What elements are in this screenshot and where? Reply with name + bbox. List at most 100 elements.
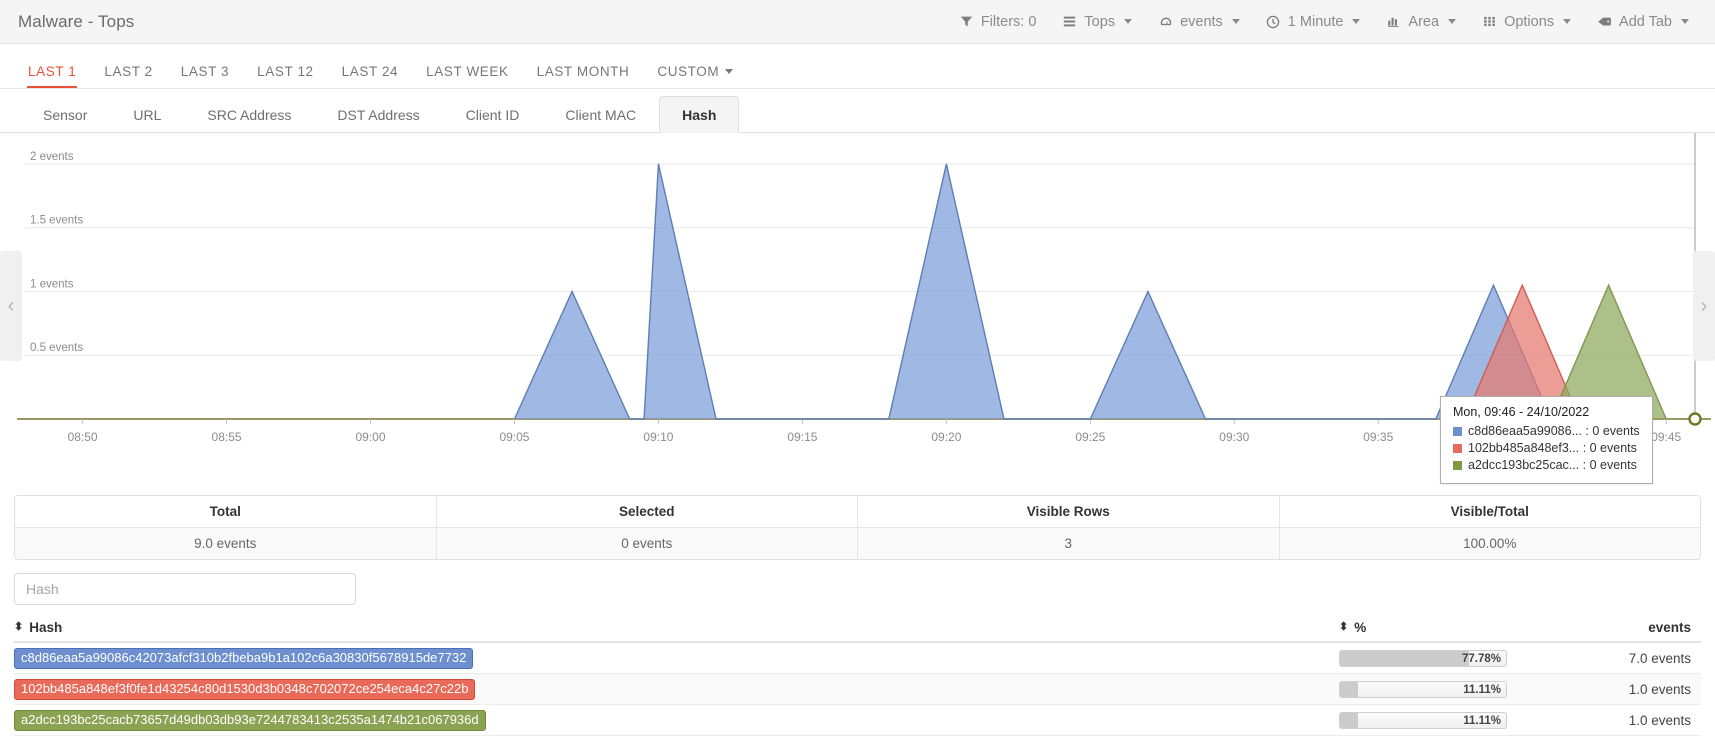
tab-src-address[interactable]: SRC Address [184, 96, 314, 133]
svg-text:09:25: 09:25 [1075, 430, 1105, 444]
stats-header-visible-rows: Visible Rows [858, 496, 1280, 527]
interval-dropdown[interactable]: 1 Minute [1266, 14, 1361, 30]
table-row[interactable]: a2dcc193bc25cacb73657d49db03db93e7244783… [14, 705, 1701, 736]
svg-text:1.5 events: 1.5 events [30, 215, 83, 227]
series-swatch [1453, 444, 1462, 453]
table-header-row: ⬍ Hash ⬍ % events [14, 620, 1701, 643]
metric-label: events [1180, 13, 1223, 30]
range-tab-last-2[interactable]: LAST 2 [90, 64, 166, 88]
svg-text:09:10: 09:10 [643, 430, 673, 444]
cell-percent: 11.11% [1339, 711, 1529, 729]
cell-events: 1.0 events [1628, 681, 1691, 697]
range-tab-label: LAST MONTH [536, 64, 630, 79]
hash-badge[interactable]: 102bb485a848ef3f0fe1d43254c80d1530d3b034… [14, 678, 476, 700]
tab-label: Sensor [43, 106, 88, 123]
tooltip-row-text: a2dcc193bc25cac... : 0 events [1468, 458, 1637, 472]
table-row[interactable]: c8d86eaa5a99086c42073afcf310b2fbeba9b1a1… [14, 643, 1701, 674]
hash-search-input[interactable] [14, 573, 356, 605]
svg-text:09:00: 09:00 [356, 430, 386, 444]
list-icon [1062, 14, 1077, 29]
sort-icon: ⬍ [1339, 621, 1349, 633]
percent-bar-label: 77.78% [1461, 652, 1501, 665]
range-tab-last-1[interactable]: LAST 1 [14, 64, 90, 88]
range-tab-last-week[interactable]: LAST WEEK [412, 64, 522, 88]
tops-dropdown[interactable]: Tops [1062, 14, 1133, 30]
percent-bar-fill [1340, 712, 1359, 728]
svg-text:2 events: 2 events [30, 151, 74, 163]
tab-url[interactable]: URL [110, 96, 184, 133]
tooltip-row-text: 102bb485a848ef3... : 0 events [1468, 441, 1637, 455]
add-tab-label: Add Tab [1619, 13, 1672, 30]
chevron-down-icon [1231, 19, 1240, 24]
svg-text:09:30: 09:30 [1219, 430, 1249, 444]
charttype-dropdown[interactable]: Area [1386, 14, 1457, 30]
hash-badge[interactable]: a2dcc193bc25cacb73657d49db03db93e7244783… [14, 709, 486, 731]
range-tab-last-month[interactable]: LAST MONTH [523, 64, 644, 88]
filters-button[interactable]: Filters: 0 [959, 13, 1037, 30]
events-area-chart: 0.5 events 1 events 1.5 events 2 events 08:5… [0, 133, 1715, 484]
hash-table: ⬍ Hash ⬍ % events c8d86eaa5a99086c42073a… [14, 620, 1701, 736]
percent-bar-fill [1340, 681, 1359, 697]
chevron-down-icon [1563, 19, 1572, 24]
chevron-down-icon [1448, 19, 1457, 24]
table-row[interactable]: 102bb485a848ef3f0fe1d43254c80d1530d3b034… [14, 674, 1701, 705]
chevron-down-icon [1352, 19, 1361, 24]
series-swatch [1453, 461, 1462, 470]
cell-hash: a2dcc193bc25cacb73657d49db03db93e7244783… [14, 709, 1339, 731]
tooltip-row-text: c8d86eaa5a99086... : 0 events [1468, 424, 1640, 438]
column-header-percent[interactable]: ⬍ % [1339, 620, 1529, 635]
chevron-right-icon: › [1700, 294, 1708, 317]
tab-dst-address[interactable]: DST Address [314, 96, 442, 133]
metric-dropdown[interactable]: events [1158, 14, 1240, 30]
page-title: Malware - Tops [18, 11, 135, 31]
search-container [0, 560, 1715, 605]
tab-label: URL [133, 106, 162, 123]
chart-prev-button[interactable]: ‹ [0, 251, 22, 361]
add-tab-dropdown[interactable]: Add Tab [1597, 14, 1689, 30]
cell-hash: c8d86eaa5a99086c42073afcf310b2fbeba9b1a1… [14, 647, 1339, 669]
stats-value-selected: 0 events [436, 527, 858, 559]
chevron-left-icon: ‹ [7, 294, 15, 317]
cell-events: 7.0 events [1628, 650, 1691, 666]
options-dropdown[interactable]: Options [1482, 14, 1572, 30]
percent-bar-label: 11.11% [1463, 683, 1501, 696]
tab-hash[interactable]: Hash [659, 96, 740, 133]
stats-value-visible-total: 100.00% [1279, 527, 1700, 559]
tab-client-mac[interactable]: Client MAC [542, 96, 659, 133]
chevron-down-icon [1681, 19, 1689, 24]
chevron-down-icon [725, 69, 734, 74]
chart-next-button[interactable]: › [1693, 251, 1715, 361]
stats-header-selected: Selected [436, 496, 858, 527]
speedometer-icon [1158, 14, 1173, 29]
cell-percent: 11.11% [1339, 680, 1529, 698]
range-tab-last-24[interactable]: LAST 24 [328, 64, 413, 88]
column-header-events[interactable]: events [1529, 620, 1701, 635]
svg-text:08:50: 08:50 [68, 430, 98, 444]
range-tab-custom[interactable]: CUSTOM [643, 64, 747, 88]
time-range-tabs: LAST 1 LAST 2 LAST 3 LAST 12 LAST 24 LAS… [0, 44, 1715, 89]
tooltip-row: c8d86eaa5a99086... : 0 events [1453, 423, 1640, 440]
tag-icon [1597, 14, 1612, 29]
stats-value-visible-rows: 3 [858, 527, 1280, 559]
column-header-hash[interactable]: ⬍ Hash [14, 620, 1339, 635]
svg-text:1 events: 1 events [30, 278, 74, 290]
hash-badge[interactable]: c8d86eaa5a99086c42073afcf310b2fbeba9b1a1… [14, 647, 474, 669]
range-tab-label: LAST 12 [257, 64, 314, 79]
stats-header-row: Total Selected Visible Rows Visible/Tota… [15, 496, 1700, 527]
svg-text:08:55: 08:55 [212, 430, 242, 444]
range-tab-last-3[interactable]: LAST 3 [167, 64, 243, 88]
range-tab-label: LAST WEEK [426, 64, 509, 79]
range-tab-label: LAST 2 [104, 64, 153, 79]
filters-label: Filters: 0 [980, 13, 1037, 30]
sort-icon: ⬍ [14, 621, 24, 633]
interval-label: 1 Minute [1287, 13, 1344, 30]
svg-text:09:45: 09:45 [1651, 430, 1681, 444]
tab-sensor[interactable]: Sensor [20, 96, 110, 133]
range-tab-label: LAST 3 [180, 64, 230, 79]
range-tab-last-12[interactable]: LAST 12 [243, 64, 328, 88]
tab-client-id[interactable]: Client ID [443, 96, 543, 133]
tooltip-row: a2dcc193bc25cac... : 0 events [1453, 457, 1640, 474]
column-header-hash-label: Hash [29, 620, 63, 635]
percent-bar-fill [1340, 650, 1470, 666]
svg-text:0.5 events: 0.5 events [30, 342, 83, 354]
